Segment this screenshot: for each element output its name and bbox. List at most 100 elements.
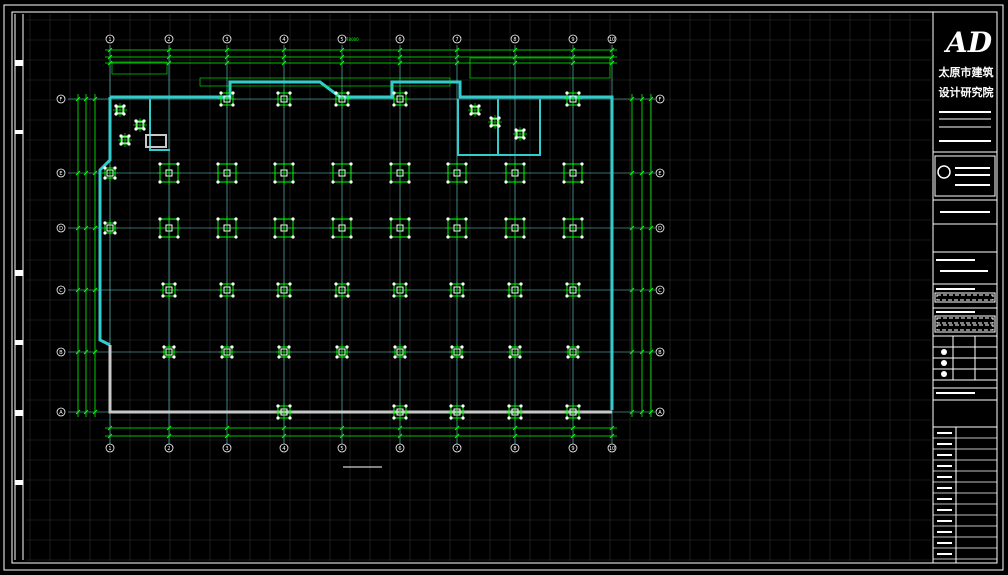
bubble-label: E [59,171,62,177]
pile-mark [231,91,235,95]
bubble-label: 5 [340,37,343,43]
pile-mark [392,416,396,420]
pile-mark [291,217,295,221]
pile-mark [507,416,511,420]
column-footing [218,281,236,299]
pile-mark [565,91,569,95]
pile-mark [489,124,493,128]
pile-mark [562,162,566,166]
pile-mark [576,355,580,359]
pile-mark [288,404,292,408]
pile-mark [449,416,453,420]
pile-mark [562,180,566,184]
pile-mark [176,235,180,239]
pile-mark [580,217,584,221]
pile-mark [477,104,481,108]
column-footing [513,127,527,141]
pile-mark [231,294,235,298]
axis-bubble-top: 8 [510,34,520,44]
pile-mark [345,345,349,349]
column-footing [219,344,235,360]
axis-bubble-top: 3 [222,34,232,44]
pile-mark [234,162,238,166]
pile-mark [392,91,396,95]
column-footing [113,103,127,117]
bubble-label: 9 [571,446,574,452]
pile-mark [522,162,526,166]
column-footing [102,220,118,236]
pile-mark [220,345,224,349]
pile-mark [230,355,234,359]
pile-mark [393,345,397,349]
pile-mark [392,103,396,107]
pile-mark [522,136,526,140]
bubble-label: B [658,350,662,356]
pile-mark [287,345,291,349]
pile-mark [389,235,393,239]
pile-mark [349,217,353,221]
pile-mark [449,404,453,408]
pile-mark [389,180,393,184]
axis-bubble-top: 1 [105,34,115,44]
pile-mark [404,282,408,286]
axis-bubble-right: C [655,285,665,295]
pile-mark [460,345,464,349]
column-footing [445,216,469,240]
column-footing [561,216,585,240]
pile-mark [519,294,523,298]
pile-mark [288,282,292,286]
pile-mark [230,345,234,349]
pile-mark [287,355,291,359]
column-footing [333,281,351,299]
axis-bubble-bottom: 3 [222,443,232,453]
column-footing [564,90,582,108]
pile-mark [291,162,295,166]
bubble-label: A [658,410,662,416]
column-footing [388,216,412,240]
pile-mark [577,91,581,95]
column-footing [275,281,293,299]
axis-bubble-left: D [56,223,66,233]
pile-mark [176,162,180,166]
pile-mark [277,355,281,359]
pile-mark [562,235,566,239]
axis-bubble-top: 9 [568,34,578,44]
pile-mark [407,217,411,221]
pile-mark [522,217,526,221]
axis-bubble-bottom: 4 [279,443,289,453]
column-footing [565,344,581,360]
column-footing [448,403,466,421]
pile-mark [577,103,581,107]
axis-bubble-bottom: 7 [452,443,462,453]
pile-mark [566,355,570,359]
axis-bubble-left: A [56,407,66,417]
pile-mark [349,180,353,184]
column-footing [506,281,524,299]
pile-mark [497,116,501,120]
pile-mark [134,127,138,131]
pile-mark [446,217,450,221]
pile-mark [345,355,349,359]
pile-mark [216,217,220,221]
pile-mark [577,282,581,286]
pile-mark [389,217,393,221]
pile-mark [142,127,146,131]
pile-mark [219,282,223,286]
pile-mark [158,162,162,166]
axis-bubble-left: E [56,168,66,178]
pile-mark [334,103,338,107]
pile-mark [291,235,295,239]
axis-bubble-top: 5 [337,34,347,44]
pile-mark [389,162,393,166]
bubble-label: 8 [513,446,516,452]
pile-mark [477,112,481,116]
pile-mark [504,180,508,184]
bubble-label: 7 [455,37,458,43]
pile-mark [335,355,339,359]
pile-mark [349,162,353,166]
bubble-label: 7 [455,446,458,452]
pile-mark [514,136,518,140]
pile-mark [489,116,493,120]
column-footing [272,216,296,240]
pile-mark [464,180,468,184]
